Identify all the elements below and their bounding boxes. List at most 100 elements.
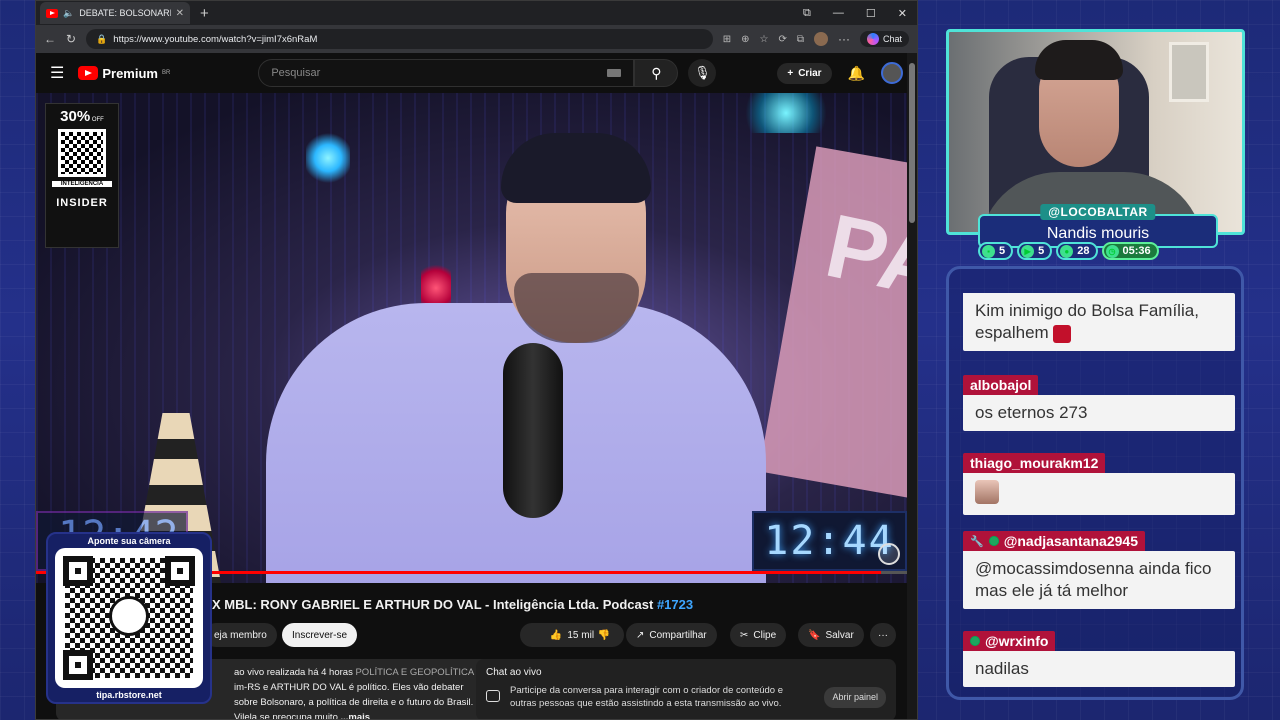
qr-caption: Aponte sua câmera (87, 536, 171, 546)
favorite-icon[interactable]: ☆ (759, 34, 768, 45)
qr-center-logo-icon (109, 596, 149, 636)
join-button[interactable]: eja membro (204, 623, 277, 647)
more-actions-button[interactable]: ··· (870, 623, 896, 647)
zoom-icon[interactable]: ⊕ (741, 34, 749, 45)
stat-chat: ▪ 5 (978, 242, 1014, 260)
qr-finder-top-right (165, 556, 195, 586)
chat-message: 🔧 @nadjasantana2945 @mocassimdosenna ain… (963, 531, 1235, 609)
subscribe-button[interactable]: Inscrever-se (282, 623, 358, 647)
promo-overlay: 30% OFF INTELIGÊNCIA INSIDER (45, 103, 119, 248)
video-title-text: X MBL: RONY GABRIEL E ARTHUR DO VAL - In… (212, 597, 654, 612)
youtube-logo[interactable]: Premium BR (78, 66, 170, 81)
header-actions: + Criar 🔔 (777, 62, 903, 84)
address-bar-row: ← ↻ 🔒 https://www.youtube.com/watch?v=ji… (36, 25, 917, 53)
search-icon: ⚲ (651, 64, 662, 81)
window-controls: ⧉ — ☐ ✕ (803, 7, 917, 20)
live-chat-title: Chat ao vivo (486, 667, 542, 678)
save-button[interactable]: 🔖 Salvar (798, 623, 864, 647)
video-host-hair (501, 133, 651, 203)
address-field[interactable]: 🔒 https://www.youtube.com/watch?v=jimI7x… (86, 29, 713, 49)
profile-avatar[interactable] (813, 32, 828, 46)
promo-qr-code (58, 129, 106, 177)
emote-icon (1053, 324, 1072, 343)
promo-off: OFF (91, 117, 104, 123)
member-badge-icon (970, 636, 980, 646)
promo-brand: INSIDER (56, 197, 108, 209)
chat-message: albobajol os eternos 273 (963, 375, 1235, 431)
menu-icon[interactable]: ☰ (50, 63, 64, 83)
keyboard-icon[interactable] (607, 69, 622, 77)
qr-finder-top-left (63, 556, 93, 586)
description-category[interactable]: POLÍTICA E GEOPOLÍTICA (355, 667, 474, 678)
thumbs-up-icon: 👍 (549, 629, 563, 641)
more-horizontal-icon: ··· (878, 629, 888, 641)
chat-icon: ▪ (982, 244, 995, 258)
apps-icon[interactable]: ⊞ (723, 34, 731, 45)
video-player[interactable]: PAR 30% OFF INTELIGÊNCIA INSIDER 12:42 1… (36, 93, 907, 583)
minimize-icon[interactable]: — (833, 7, 844, 20)
search-input[interactable]: Pesquisar (258, 59, 635, 87)
extensions-icon[interactable]: ⧉ (797, 34, 804, 45)
youtube-header: ☰ Premium BR Pesquisar ⚲ 🎙 + Criar 🔔 (36, 53, 917, 93)
search-placeholder: Pesquisar (271, 67, 321, 79)
streamer-handle: @LOCOBALTAR (1040, 204, 1156, 220)
stat-youtube: ▶ 5 (1017, 242, 1053, 260)
close-window-icon[interactable]: ✕ (898, 7, 907, 20)
stat-chat-value: 5 (999, 245, 1006, 257)
brain-logo-icon (878, 543, 900, 565)
live-chat-body: Participe da conversa para interagir com… (510, 685, 784, 709)
refresh-alt-icon[interactable]: ⟳ (778, 34, 786, 45)
thumbs-down-icon: 👎 (597, 629, 611, 641)
timer-icon: ◷ (1105, 244, 1119, 258)
description-more-link[interactable]: ...mais (341, 712, 371, 719)
promo-percent: 30% (60, 108, 91, 125)
qr-code-image (55, 548, 203, 688)
copilot-chat-button[interactable]: Chat (859, 31, 909, 47)
open-panel-button[interactable]: Abrir painel (824, 686, 886, 708)
qr-url: tipa.rbstore.net (96, 690, 162, 700)
notifications-bell-icon[interactable]: 🔔 (848, 65, 865, 82)
page-scrollbar[interactable] (907, 53, 917, 719)
plus-icon: + (787, 67, 794, 79)
create-button[interactable]: + Criar (777, 62, 832, 84)
back-icon[interactable]: ← (44, 32, 56, 46)
search-button[interactable]: ⚲ (634, 59, 679, 87)
maximize-icon[interactable]: ☐ (866, 7, 876, 20)
description-line-2: im-RS e ARTHUR DO VAL é político. Eles v… (234, 682, 464, 693)
share-icon: ↗ (636, 629, 645, 641)
stat-viewers: ● 28 (1056, 242, 1098, 260)
speaker-icon[interactable]: 🔈 (63, 8, 74, 19)
create-label: Criar (798, 67, 822, 79)
account-avatar[interactable] (881, 62, 903, 84)
share-label: Compartilhar (649, 629, 707, 641)
video-title: X MBL: RONY GABRIEL E ARTHUR DO VAL - In… (212, 597, 693, 612)
member-badge-icon (988, 536, 999, 546)
lock-icon[interactable]: 🔒 (96, 34, 107, 45)
chat-message-body: Kim inimigo do Bolsa Família, espalhem (963, 293, 1235, 351)
promo-tag: INTELIGÊNCIA (52, 181, 112, 187)
video-blue-lamp (306, 133, 350, 183)
scrollbar-thumb[interactable] (909, 63, 915, 223)
chat-message-text: Kim inimigo do Bolsa Família, espalhem (975, 301, 1199, 342)
search-bar: Pesquisar ⚲ 🎙 (258, 59, 717, 87)
more-icon[interactable]: ··· (838, 32, 850, 46)
tab-close-icon[interactable]: ✕ (176, 8, 184, 19)
chat-message-text: os eternos 273 (963, 395, 1235, 431)
clip-button[interactable]: ✂ Clipe (730, 623, 787, 647)
browser-tab[interactable]: 🔈 DEBATE: BOLSONARISTA X MBL ✕ (40, 2, 190, 24)
voice-search-button[interactable]: 🎙 (688, 59, 717, 87)
chat-message-text: @mocassimdosenna ainda fico mas ele já t… (963, 551, 1235, 609)
description-stream-info: ao vivo realizada há 4 horas (234, 667, 353, 678)
share-button[interactable]: ↗ Compartilhar (626, 623, 717, 647)
reload-icon[interactable]: ↻ (66, 32, 76, 46)
bookmark-icon: 🔖 (808, 629, 821, 641)
chat-username: @wrxinfo (963, 631, 1056, 651)
dislike-button[interactable]: 👎 (586, 623, 622, 647)
chat-username-text: @wrxinfo (985, 633, 1049, 649)
tab-actions-icon[interactable]: ⧉ (803, 7, 811, 20)
video-hashtag[interactable]: #1723 (657, 597, 693, 612)
stat-timer-value: 05:36 (1122, 245, 1151, 257)
youtube-play-icon (78, 66, 99, 80)
new-tab-icon[interactable]: + (200, 5, 209, 22)
chat-username-text: thiago_mourakm12 (970, 455, 1099, 471)
